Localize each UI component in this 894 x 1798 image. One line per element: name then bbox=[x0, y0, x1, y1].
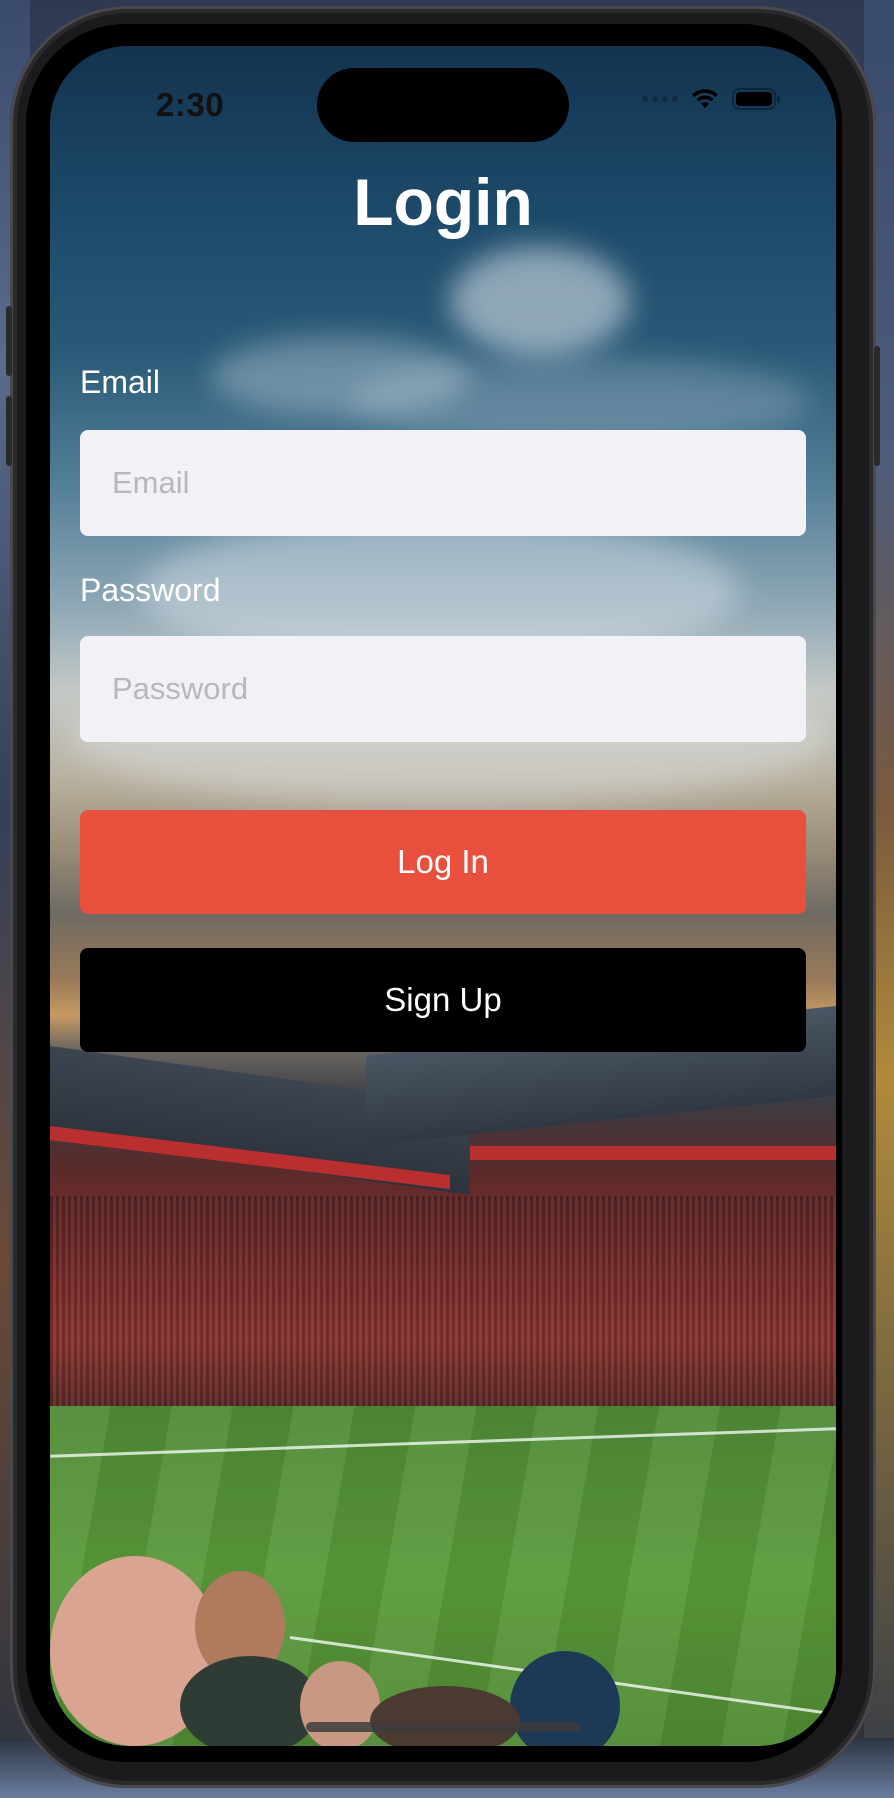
stand-banner bbox=[470, 1146, 836, 1160]
status-time: 2:30 bbox=[156, 86, 225, 123]
status-icons bbox=[642, 88, 780, 110]
login-button[interactable]: Log In bbox=[80, 810, 806, 914]
password-field[interactable] bbox=[80, 636, 806, 742]
volume-down-button bbox=[6, 396, 12, 466]
app-screen: 2:30 Login Email Password Log In Sign Up bbox=[50, 46, 836, 1746]
dynamic-island bbox=[317, 68, 569, 142]
login-button-label: Log In bbox=[397, 843, 489, 880]
wifi-icon bbox=[692, 89, 718, 108]
cloud bbox=[450, 246, 630, 356]
email-field[interactable] bbox=[80, 430, 806, 536]
fan-head bbox=[300, 1661, 380, 1746]
signup-button-label: Sign Up bbox=[384, 981, 502, 1018]
stadium-crowd bbox=[50, 1196, 836, 1406]
page-title: Login bbox=[353, 165, 533, 239]
email-label: Email bbox=[80, 364, 161, 400]
volume-up-button bbox=[6, 306, 12, 376]
signal-dots-icon bbox=[642, 96, 678, 102]
signup-button[interactable]: Sign Up bbox=[80, 948, 806, 1052]
power-button bbox=[874, 346, 880, 466]
password-label: Password bbox=[80, 572, 221, 608]
battery-icon bbox=[732, 88, 780, 110]
home-indicator[interactable] bbox=[306, 1722, 580, 1732]
fan-body bbox=[180, 1656, 320, 1746]
